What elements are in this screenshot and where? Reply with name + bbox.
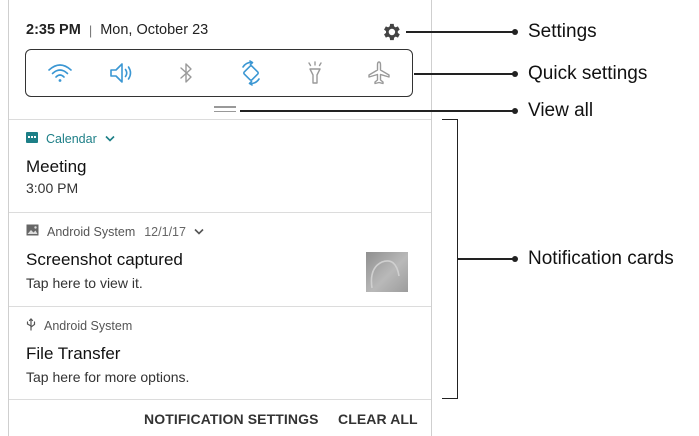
callout-quick-settings: Quick settings <box>528 63 648 84</box>
notification-app-name: Android System <box>44 319 133 333</box>
status-time: 2:35 PM <box>26 22 81 38</box>
notification-app-row: Android System <box>26 318 132 334</box>
chevron-down-icon[interactable] <box>194 228 204 235</box>
callout-line <box>240 110 514 112</box>
notification-app-name: Calendar <box>46 131 97 146</box>
flashlight-icon[interactable] <box>302 60 328 86</box>
callout-line <box>458 258 514 260</box>
callout-view-all: View all <box>528 100 594 121</box>
quick-settings-bar <box>25 49 413 97</box>
clear-all-button[interactable]: CLEAR ALL <box>338 411 418 427</box>
notification-title[interactable]: Meeting <box>26 157 86 177</box>
footer-divider <box>9 399 431 400</box>
settings-gear-icon[interactable] <box>380 21 402 43</box>
status-separator: | <box>88 22 93 38</box>
notification-title[interactable]: File Transfer <box>26 344 120 364</box>
callout-line <box>406 31 514 33</box>
bluetooth-icon[interactable] <box>173 60 199 86</box>
notification-text: Tap here for more options. <box>26 369 190 385</box>
callout-dot <box>512 29 518 35</box>
auto-rotate-icon[interactable] <box>238 60 264 86</box>
airplane-icon[interactable] <box>366 60 392 86</box>
calendar-icon <box>26 131 38 146</box>
sound-icon[interactable] <box>108 60 134 86</box>
divider <box>9 212 431 213</box>
callout-settings: Settings <box>528 21 597 42</box>
status-date: Mon, October 23 <box>100 22 209 38</box>
chevron-down-icon[interactable] <box>105 135 115 142</box>
wifi-icon[interactable] <box>47 60 73 86</box>
notification-title[interactable]: Screenshot captured <box>26 250 183 270</box>
usb-icon <box>26 318 36 334</box>
screenshot-thumbnail <box>366 252 408 292</box>
notification-text: Tap here to view it. <box>26 275 143 291</box>
notification-app-row: Calendar <box>26 131 115 146</box>
view-all-handle[interactable] <box>214 106 236 114</box>
notification-settings-button[interactable]: NOTIFICATION SETTINGS <box>144 411 319 427</box>
callout-notification-cards: Notification cards <box>528 248 674 269</box>
notification-app-name: Android System <box>47 224 136 239</box>
notification-app-row: Android System 12/1/17 <box>26 224 204 239</box>
divider <box>9 306 431 307</box>
divider <box>9 119 431 120</box>
callout-dot <box>512 256 518 262</box>
callout-dot <box>512 71 518 77</box>
status-row: 2:35 PM | Mon, October 23 <box>26 22 208 38</box>
notification-text: 3:00 PM <box>26 180 79 196</box>
notification-cards-bracket <box>442 119 458 399</box>
image-icon <box>26 224 39 239</box>
callout-line <box>414 73 514 75</box>
callout-dot <box>512 108 518 114</box>
notification-timestamp: 12/1/17 <box>144 224 186 239</box>
